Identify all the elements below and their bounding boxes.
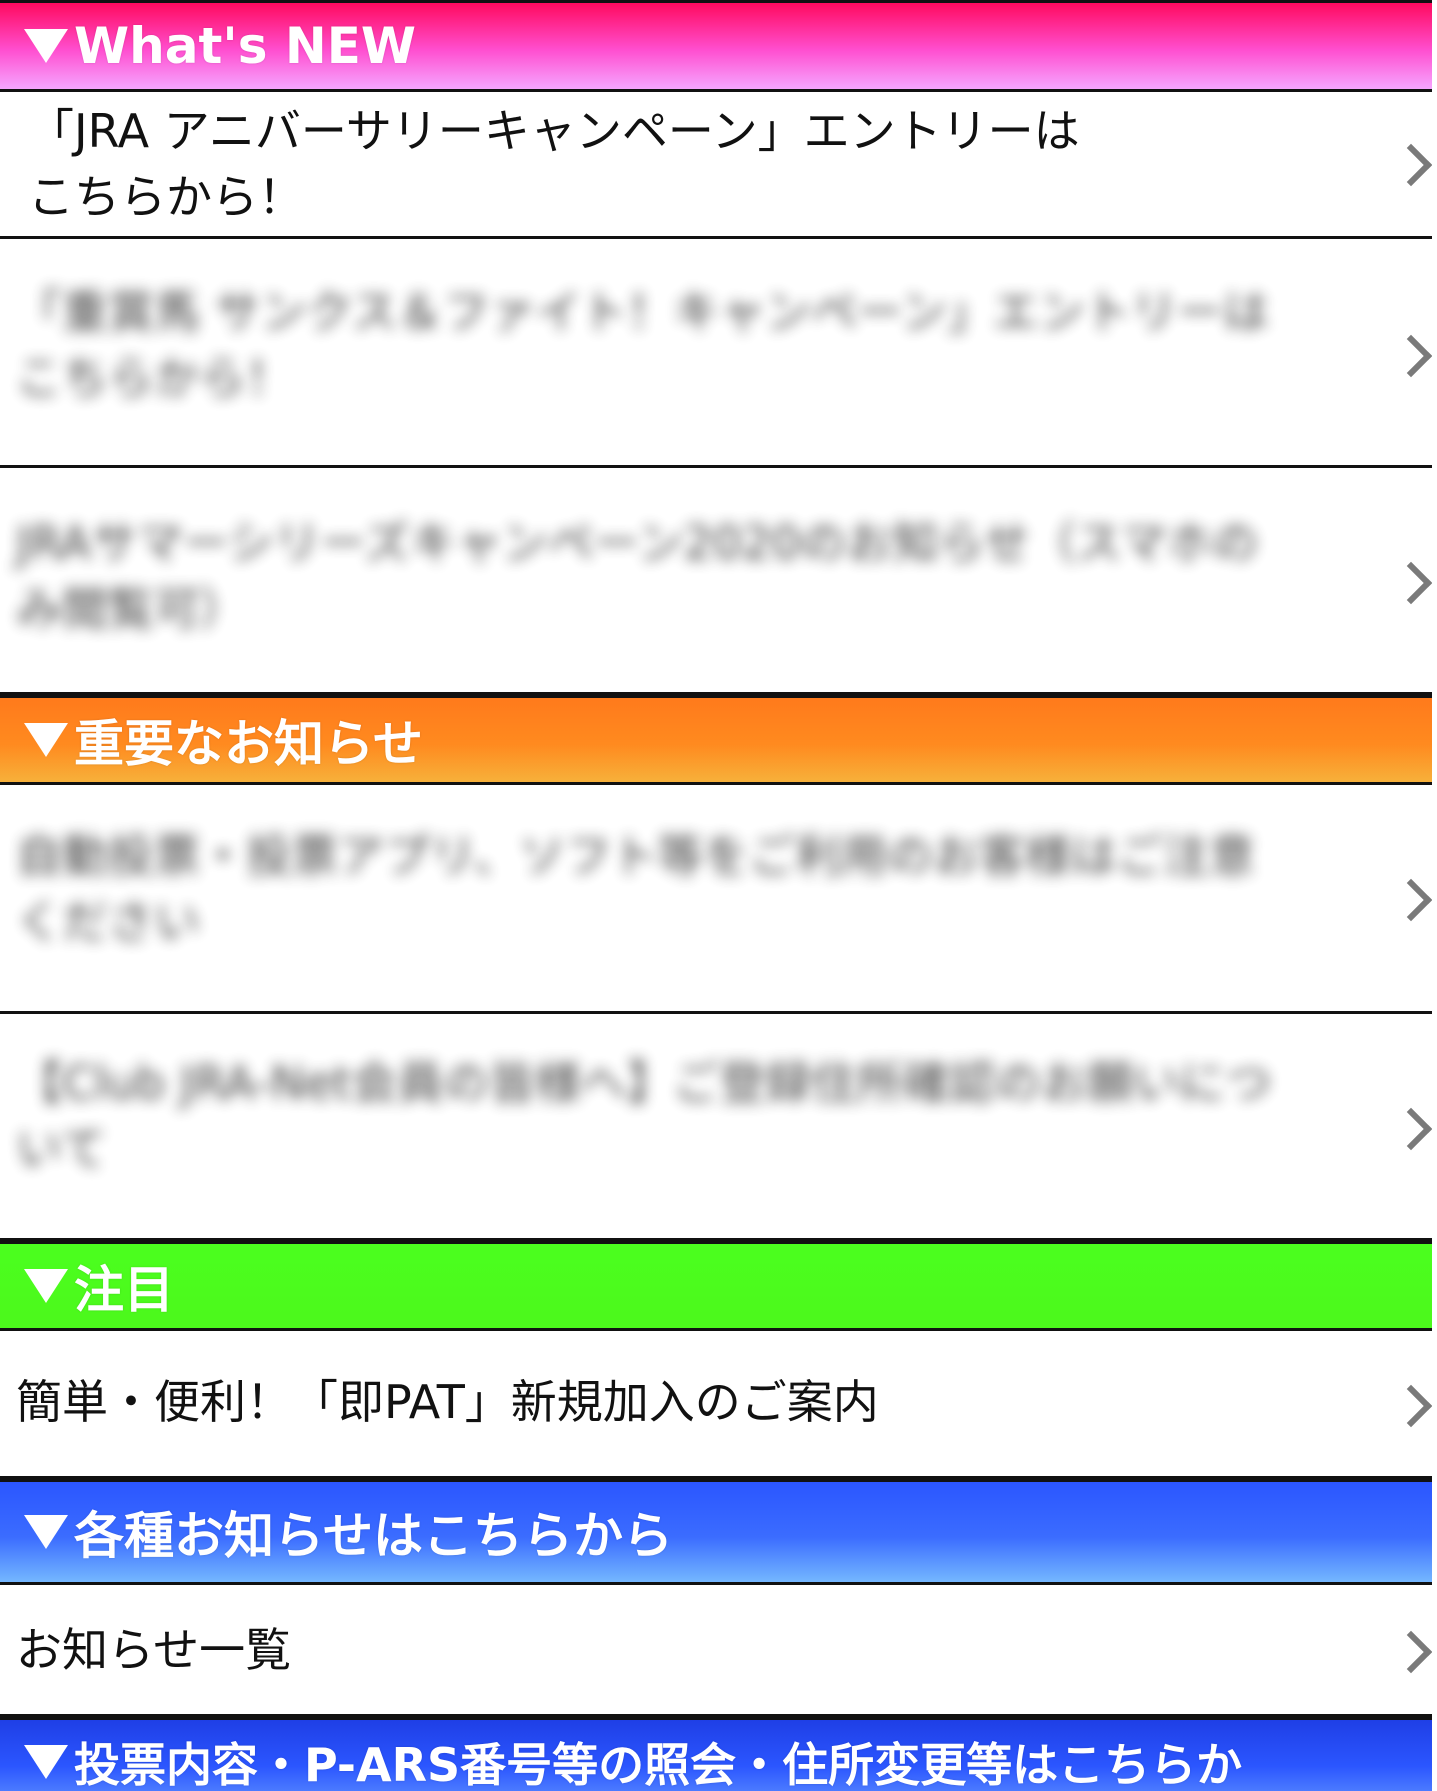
notice-item-obscured[interactable]: 【Club JRA-Net会員の皆様へ】ご登録住所確認のお願いについて: [0, 1014, 1432, 1241]
news-item-anniversary-campaign[interactable]: 「JRA アニバーサリーキャンペーン」エントリーは こちらから！: [0, 92, 1432, 239]
section-title: 注目: [74, 1261, 174, 1319]
triangle-down-icon: [24, 29, 68, 63]
notices-list-link[interactable]: お知らせ一覧: [0, 1585, 1432, 1717]
notice-item-obscured[interactable]: 自動投票・投票アプリ、ソフト等をご利用のお客様はご注意ください: [0, 785, 1432, 1014]
chevron-right-icon: [1389, 1107, 1432, 1151]
news-item-label: 「JRA アニバーサリーキャンペーン」エントリーは こちらから！: [28, 104, 1080, 224]
featured-item-label: 簡単・便利！「即PAT」新規加入のご案内: [16, 1375, 879, 1429]
section-title: 各種お知らせはこちらから: [74, 1507, 673, 1565]
chevron-right-icon: [1389, 1384, 1432, 1428]
section-title: 投票内容・P-ARS番号等の照会・住所変更等はこちらか: [74, 1738, 1243, 1791]
section-header-featured: 注目: [0, 1241, 1432, 1331]
triangle-down-icon: [24, 1515, 68, 1549]
featured-item-soku-pat[interactable]: 簡単・便利！「即PAT」新規加入のご案内: [0, 1331, 1432, 1479]
chevron-right-icon: [1389, 561, 1432, 605]
news-page: What's NEW 「JRA アニバーサリーキャンペーン」エントリーは こちら…: [0, 0, 1432, 1791]
section-title: 重要なお知らせ: [74, 715, 423, 773]
notice-item-label: 自動投票・投票アプリ、ソフト等をご利用のお客様はご注意ください: [16, 829, 1256, 949]
news-item-obscured[interactable]: JRAサマーシリーズキャンペーン2020のお知らせ（スマホのみ閲覧可）: [0, 468, 1432, 695]
section-header-whats-new: What's NEW: [0, 0, 1432, 92]
news-item-label: JRAサマーシリーズキャンペーン2020のお知らせ（スマホのみ閲覧可）: [16, 516, 1259, 636]
triangle-down-icon: [24, 723, 68, 757]
chevron-right-icon: [1389, 878, 1432, 922]
section-title: What's NEW: [74, 17, 417, 75]
chevron-right-icon: [1389, 1630, 1432, 1674]
section-header-notices: 各種お知らせはこちらから: [0, 1479, 1432, 1585]
triangle-down-icon: [24, 1745, 68, 1779]
triangle-down-icon: [24, 1269, 68, 1303]
chevron-right-icon: [1389, 334, 1432, 378]
chevron-right-icon: [1389, 143, 1432, 187]
news-item-obscured[interactable]: 「重賞馬 サンクス＆ファイト！キャンペーン」エントリーはこちらから！: [0, 239, 1432, 468]
section-header-important-notices: 重要なお知らせ: [0, 695, 1432, 785]
news-item-label: 「重賞馬 サンクス＆ファイト！キャンペーン」エントリーはこちらから！: [16, 285, 1269, 405]
notices-list-label: お知らせ一覧: [16, 1623, 292, 1677]
notice-item-label: 【Club JRA-Net会員の皆様へ】ご登録住所確認のお願いについて: [16, 1056, 1272, 1176]
section-header-vote-inquiry: 投票内容・P-ARS番号等の照会・住所変更等はこちらか: [0, 1717, 1432, 1791]
